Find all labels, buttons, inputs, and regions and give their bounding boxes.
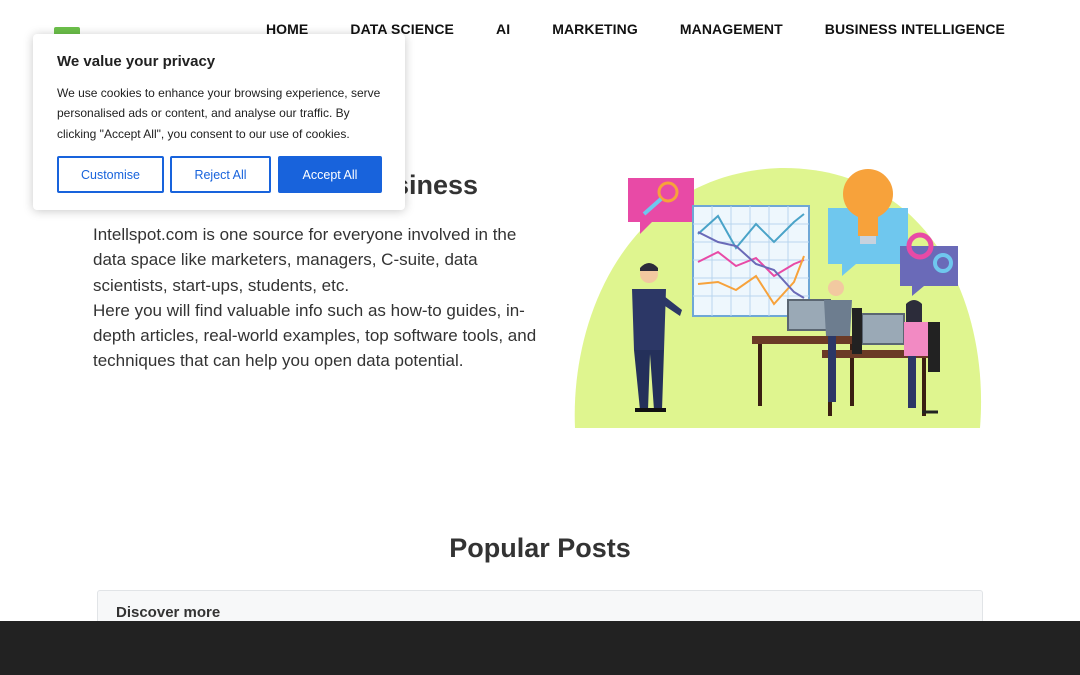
cookie-title: We value your privacy — [57, 53, 216, 70]
nav-ai[interactable]: AI — [496, 21, 510, 37]
hero-description: Intellspot.com is one source for everyon… — [93, 222, 543, 374]
hero-illustration — [574, 167, 982, 428]
popular-posts-title: Popular Posts — [449, 533, 631, 563]
accept-all-button[interactable]: Accept All — [278, 156, 382, 193]
bottom-bar — [0, 621, 1080, 675]
cookie-description: We use cookies to enhance your browsing … — [57, 86, 381, 141]
customise-button[interactable]: Customise — [57, 156, 164, 193]
hero-title: siness — [394, 170, 479, 200]
nav-business-intelligence[interactable]: BUSINESS INTELLIGENCE — [825, 21, 1005, 37]
hero-paragraph-1: Intellspot.com is one source for everyon… — [93, 225, 517, 295]
discover-more-label: Discover more — [116, 604, 221, 621]
nav-marketing[interactable]: MARKETING — [552, 21, 638, 37]
hero-paragraph-2: Here you will find valuable info such as… — [93, 300, 537, 371]
cookie-consent-banner: We value your privacy We use cookies to … — [33, 34, 405, 210]
nav-management[interactable]: MANAGEMENT — [680, 21, 783, 37]
reject-all-button[interactable]: Reject All — [170, 156, 271, 193]
